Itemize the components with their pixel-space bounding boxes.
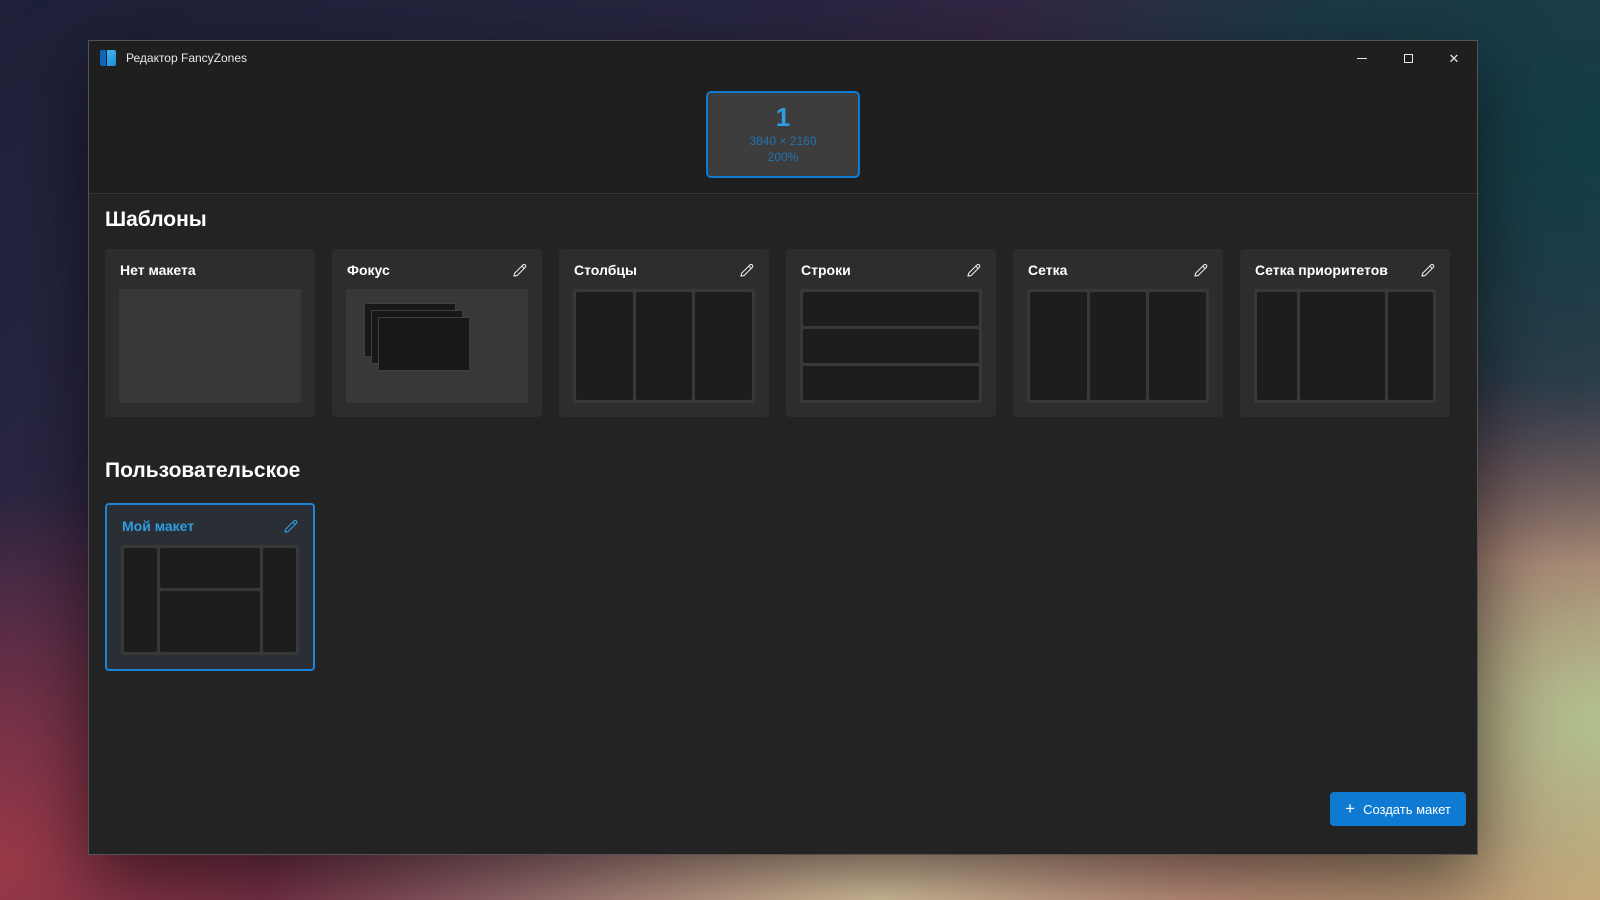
monitor-1-tile[interactable]: 1 3840 × 2160 200% [706, 90, 860, 178]
pencil-icon [1193, 263, 1207, 277]
zone [160, 548, 260, 589]
maximize-button[interactable] [1385, 41, 1431, 75]
layout-preview-priority-grid [1254, 289, 1436, 403]
template-card-title: Фокус [347, 262, 390, 278]
template-card-title: Нет макета [120, 262, 196, 278]
template-card-focus[interactable]: Фокус [332, 249, 542, 417]
editor-content: Шаблоны Нет макета Фокус Столбцы Строки … [89, 195, 1477, 854]
template-card-grid[interactable]: Сетка [1013, 249, 1223, 417]
zone [1089, 292, 1147, 400]
layout-preview-grid [1027, 289, 1209, 403]
pencil-icon [283, 519, 297, 533]
zone [635, 292, 693, 400]
template-card-title: Строки [801, 262, 851, 278]
zone [803, 366, 979, 400]
close-button[interactable]: ✕ [1431, 41, 1477, 75]
zone [160, 591, 260, 652]
custom-layouts-row: Мой макет [105, 503, 315, 671]
maximize-icon [1403, 53, 1413, 63]
zone [1149, 292, 1207, 400]
template-card-title: Сетка приоритетов [1255, 262, 1388, 278]
pencil-icon [739, 263, 753, 277]
zone [695, 292, 753, 400]
custom-card-my-layout[interactable]: Мой макет [105, 503, 315, 671]
zone [1300, 292, 1386, 400]
pencil-icon [966, 263, 980, 277]
title-bar[interactable]: Редактор FancyZones ✕ [89, 41, 1477, 75]
template-card-columns[interactable]: Столбцы [559, 249, 769, 417]
monitor-selector-area: 1 3840 × 2160 200% [89, 75, 1477, 194]
templates-heading: Шаблоны [105, 208, 207, 231]
zone [803, 292, 979, 326]
template-card-no-layout[interactable]: Нет макета [105, 249, 315, 417]
create-layout-button[interactable]: + Создать макет [1330, 792, 1466, 826]
zone [378, 317, 470, 371]
monitor-number: 1 [775, 101, 791, 132]
edit-layout-button[interactable] [1188, 258, 1212, 282]
zone [1388, 292, 1433, 400]
template-card-rows[interactable]: Строки [786, 249, 996, 417]
zone [803, 329, 979, 363]
monitor-resolution: 3840 × 2160 [749, 134, 817, 149]
fancyzones-editor-window: Редактор FancyZones ✕ 1 3840 × 2160 200% [88, 40, 1478, 855]
zone-column [160, 548, 260, 652]
layout-preview-rows [800, 289, 982, 403]
edit-layout-button[interactable] [1415, 258, 1439, 282]
monitor-scaling: 200% [767, 150, 799, 165]
edit-layout-button[interactable] [278, 514, 302, 538]
close-icon: ✕ [1448, 50, 1460, 66]
layout-preview-blank [119, 289, 301, 403]
minimize-button[interactable] [1339, 41, 1385, 75]
zone [124, 548, 158, 652]
window-controls: ✕ [1339, 41, 1477, 75]
fancyzones-app-icon [100, 50, 116, 66]
templates-row: Нет макета Фокус Столбцы Строки Сетка Се… [105, 249, 1450, 417]
plus-icon: + [1345, 799, 1356, 818]
window-title: Редактор FancyZones [126, 51, 248, 65]
custom-heading: Пользовательское [105, 459, 301, 482]
edit-layout-button[interactable] [507, 258, 531, 282]
pencil-icon [1420, 263, 1434, 277]
zone [262, 548, 296, 652]
layout-preview-columns [573, 289, 755, 403]
custom-card-title: Мой макет [122, 518, 195, 534]
layout-preview-custom [121, 545, 299, 655]
template-card-title: Сетка [1028, 262, 1068, 278]
zone [576, 292, 633, 400]
layout-preview-focus [346, 289, 528, 403]
pencil-icon [512, 263, 526, 277]
edit-layout-button[interactable] [961, 258, 985, 282]
edit-layout-button[interactable] [734, 258, 758, 282]
create-layout-label: Создать макет [1363, 801, 1451, 817]
template-card-priority-grid[interactable]: Сетка приоритетов [1240, 249, 1450, 417]
zone [1257, 292, 1298, 400]
zone [1030, 292, 1087, 400]
desktop-wallpaper: Редактор FancyZones ✕ 1 3840 × 2160 200% [0, 0, 1600, 900]
template-card-title: Столбцы [574, 262, 637, 278]
minimize-icon [1357, 57, 1367, 59]
